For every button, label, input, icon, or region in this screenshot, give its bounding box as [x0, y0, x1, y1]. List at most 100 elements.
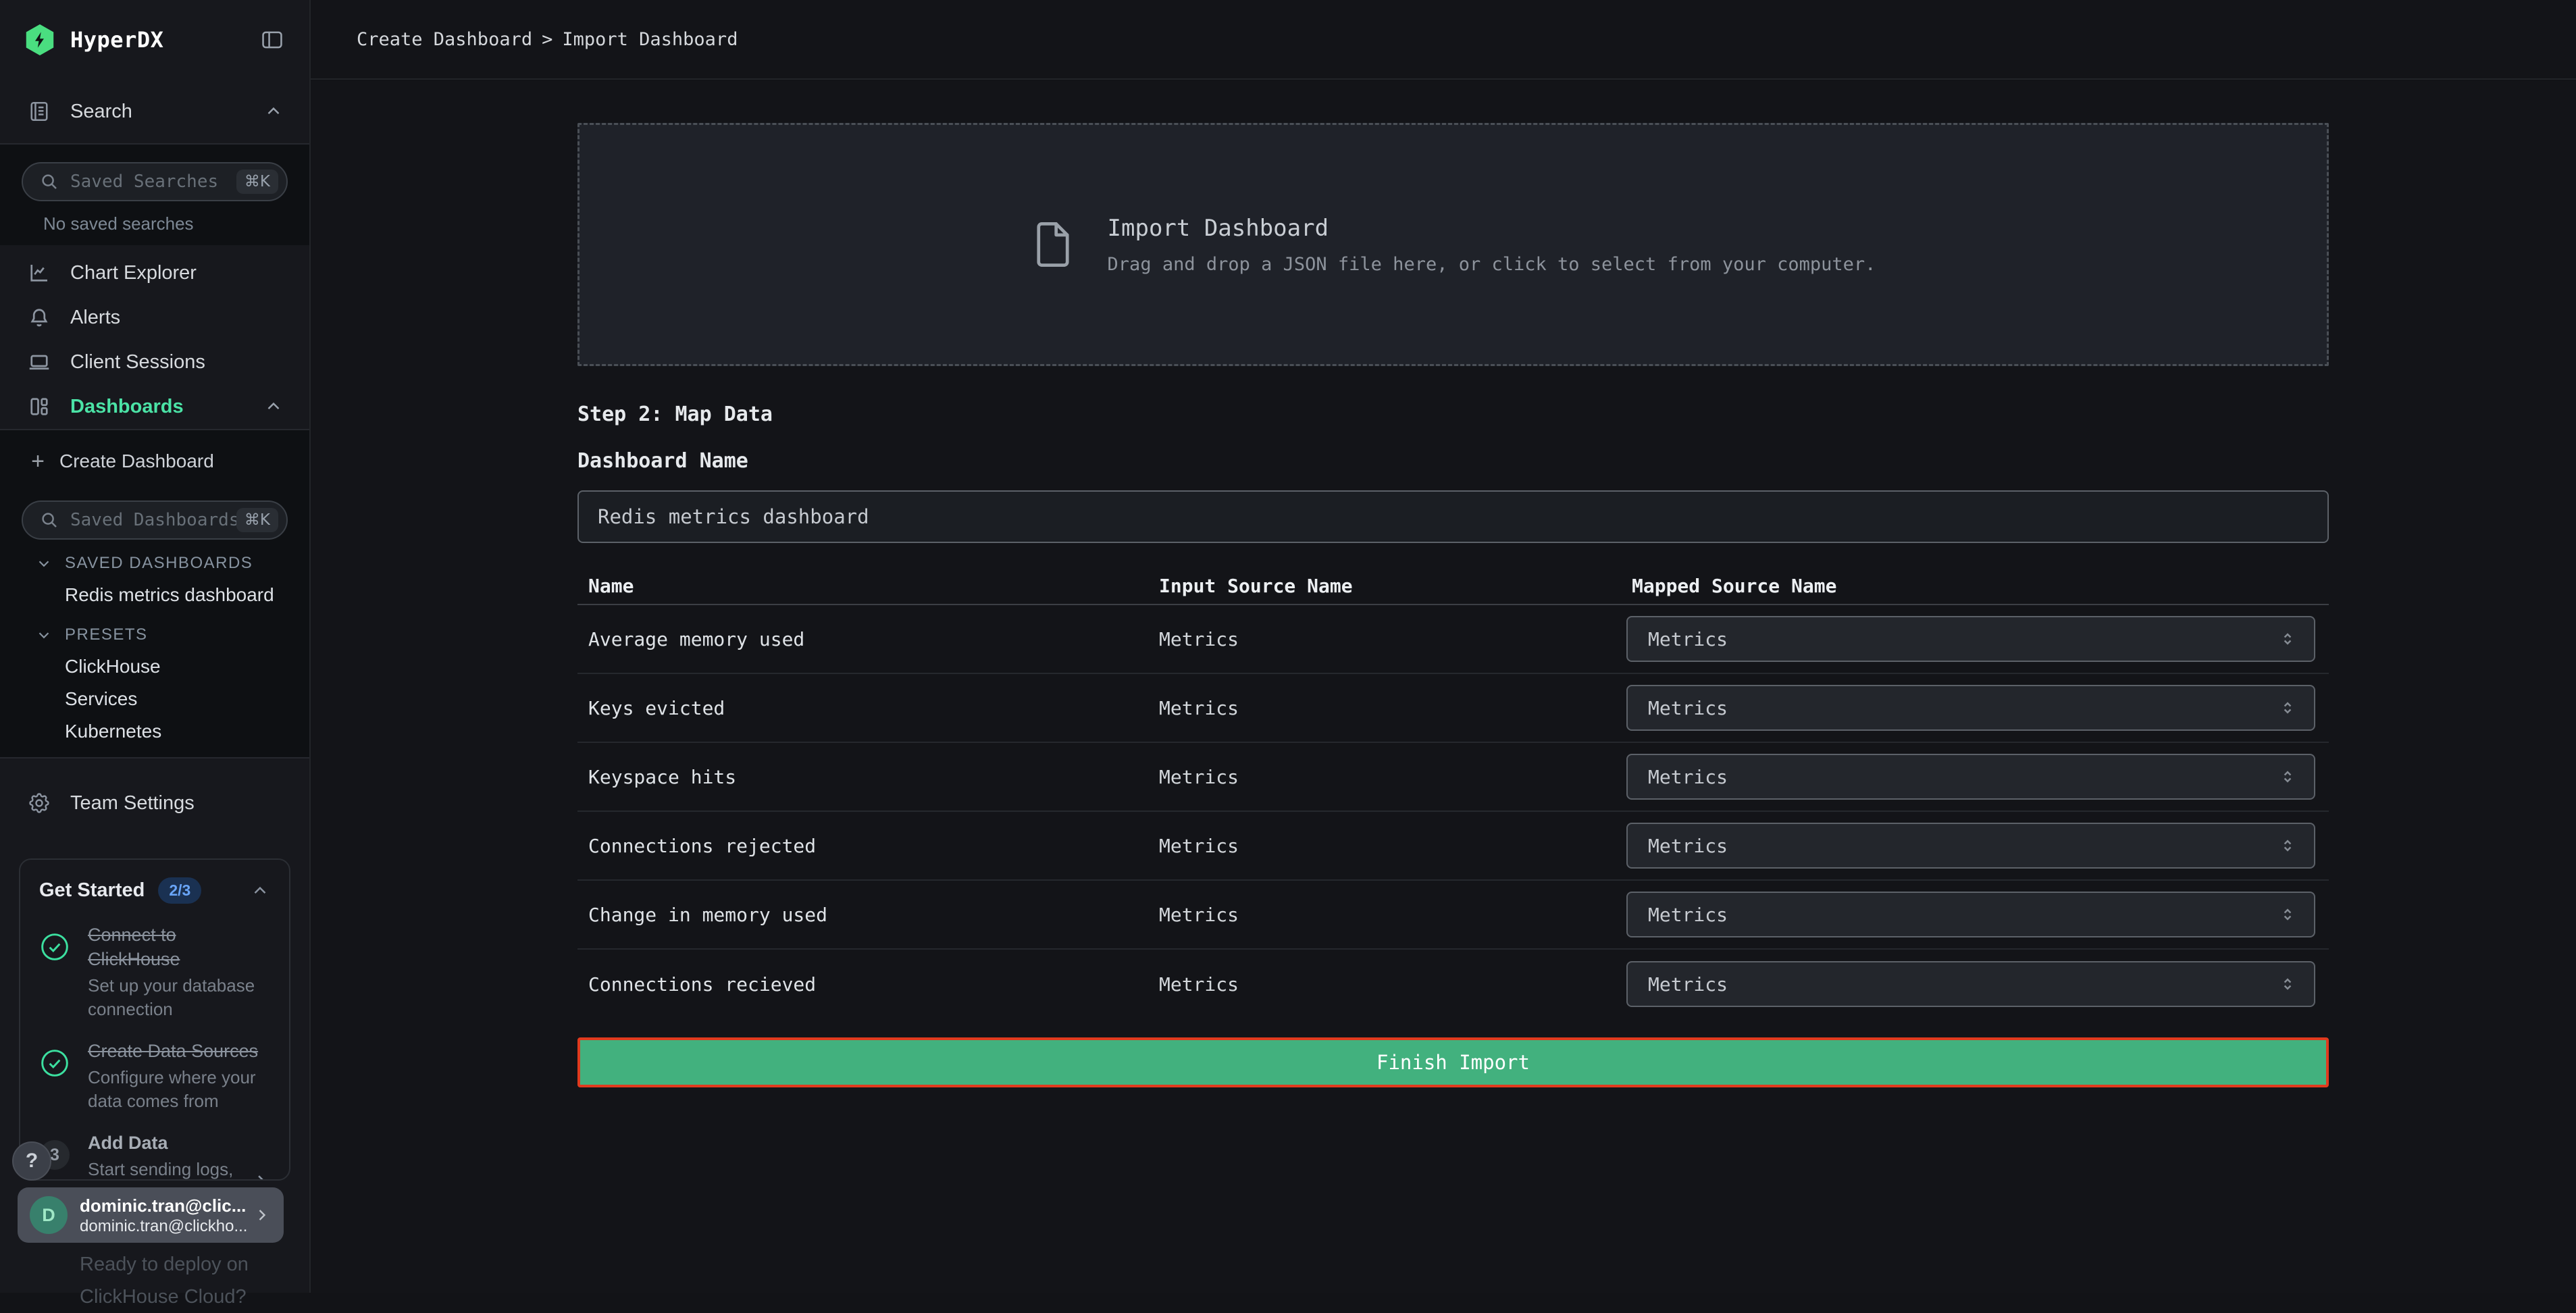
- sidebar: HyperDX Search ⌘K No saved searches Char: [0, 0, 311, 1293]
- sidebar-item-client-sessions[interactable]: Client Sessions: [0, 340, 309, 384]
- sidebar-item-label: Alerts: [70, 307, 120, 329]
- mapped-source-select[interactable]: Metrics: [1626, 892, 2315, 937]
- chevron-up-icon[interactable]: [263, 101, 284, 122]
- select-chevrons-icon: [2277, 974, 2298, 994]
- saved-dashboards-input[interactable]: [70, 510, 236, 530]
- dashboard-grid-icon: [26, 394, 53, 419]
- arrow-right-icon: [246, 1170, 269, 1181]
- saved-dashboards-section-header[interactable]: SAVED DASHBOARDS: [35, 553, 309, 573]
- saved-searches-searchbox[interactable]: ⌘K: [22, 162, 288, 201]
- check-circle-icon: [39, 923, 70, 971]
- finish-import-button[interactable]: Finish Import: [577, 1037, 2329, 1087]
- saved-searches-input[interactable]: [70, 172, 236, 192]
- section-label: SAVED DASHBOARDS: [65, 553, 253, 573]
- step-title: Create Data Sources: [88, 1039, 270, 1063]
- table-header-row: Name Input Source Name Mapped Source Nam…: [577, 567, 2329, 605]
- step-title: Add Data: [88, 1131, 270, 1155]
- plus-icon: +: [24, 448, 51, 475]
- create-dashboard-button[interactable]: + Create Dashboard: [0, 440, 309, 483]
- dashboard-name-input[interactable]: [577, 490, 2329, 543]
- selected-value: Metrics: [1648, 697, 2277, 719]
- help-button[interactable]: ?: [12, 1141, 51, 1181]
- mapping-table: Name Input Source Name Mapped Source Nam…: [577, 567, 2329, 1019]
- selected-value: Metrics: [1648, 973, 2277, 996]
- sidebar-item-label: Search: [70, 101, 132, 123]
- column-header-input-source: Input Source Name: [1148, 575, 1621, 597]
- mapped-source-select[interactable]: Metrics: [1626, 961, 2315, 1007]
- laptop-icon: [26, 350, 53, 374]
- table-row: Connections recieved Metrics Metrics: [577, 950, 2329, 1019]
- select-chevrons-icon: [2277, 698, 2298, 718]
- table-row: Average memory used Metrics Metrics: [577, 605, 2329, 674]
- get-started-step-connect[interactable]: Connect to ClickHouse Set up your databa…: [39, 923, 270, 1021]
- table-row: Keyspace hits Metrics Metrics: [577, 743, 2329, 812]
- chevron-right-icon: [253, 1206, 272, 1225]
- section-label: PRESETS: [65, 625, 148, 645]
- search-icon: [39, 510, 59, 530]
- no-saved-searches-text: No saved searches: [0, 201, 309, 234]
- step-desc: Set up your database connection: [88, 974, 270, 1021]
- promo-line-2: ClickHouse Cloud?: [80, 1281, 249, 1313]
- app-header: HyperDX: [0, 0, 309, 80]
- chevron-down-icon: [35, 555, 53, 572]
- chevron-up-icon[interactable]: [250, 881, 270, 901]
- mapped-source-select[interactable]: Metrics: [1626, 685, 2315, 731]
- promo-line-1: Ready to deploy on: [80, 1248, 249, 1281]
- topbar: Create Dashboard>Import Dashboard: [311, 0, 2576, 80]
- row-name: Keyspace hits: [577, 766, 1148, 788]
- row-name: Connections recieved: [577, 973, 1148, 996]
- sidebar-item-chart-explorer[interactable]: Chart Explorer: [0, 251, 309, 295]
- shortcut-badge: ⌘K: [236, 170, 278, 194]
- user-email: dominic.tran@clickho...: [80, 1216, 240, 1236]
- import-dropzone[interactable]: Import Dashboard Drag and drop a JSON fi…: [577, 123, 2329, 366]
- selected-value: Metrics: [1648, 766, 2277, 788]
- sidebar-item-alerts[interactable]: Alerts: [0, 295, 309, 340]
- step-desc: Start sending logs, metrics, or traces: [88, 1158, 270, 1181]
- row-input-source: Metrics: [1148, 628, 1621, 650]
- breadcrumb-separator: >: [542, 29, 552, 50]
- user-name: dominic.tran@clic...: [80, 1195, 240, 1216]
- search-icon: [39, 172, 59, 192]
- shortcut-badge: ⌘K: [236, 508, 278, 532]
- mapped-source-select[interactable]: Metrics: [1626, 754, 2315, 800]
- row-name: Keys evicted: [577, 697, 1148, 719]
- journal-icon: [26, 99, 53, 124]
- preset-item-kubernetes[interactable]: Kubernetes: [65, 721, 309, 742]
- get-started-step-sources[interactable]: Create Data Sources Configure where your…: [39, 1039, 270, 1113]
- user-account-button[interactable]: D dominic.tran@clic... dominic.tran@clic…: [18, 1187, 284, 1243]
- dashboard-name-label: Dashboard Name: [577, 448, 2329, 474]
- selected-value: Metrics: [1648, 628, 2277, 650]
- sidebar-item-label: Dashboards: [70, 396, 184, 418]
- preset-item-services[interactable]: Services: [65, 688, 309, 710]
- row-input-source: Metrics: [1148, 766, 1621, 788]
- saved-dashboard-item[interactable]: Redis metrics dashboard: [65, 584, 309, 606]
- table-row: Change in memory used Metrics Metrics: [577, 881, 2329, 950]
- step-title: Connect to ClickHouse: [88, 923, 270, 971]
- get-started-card: Get Started 2/3 Connect to ClickHouse Se…: [19, 858, 290, 1181]
- preset-item-clickhouse[interactable]: ClickHouse: [65, 656, 309, 677]
- app-title: HyperDX: [70, 27, 163, 53]
- sidebar-item-search[interactable]: Search: [0, 80, 309, 143]
- presets-section-header[interactable]: PRESETS: [35, 625, 309, 645]
- clickhouse-cloud-promo: Ready to deploy on ClickHouse Cloud?: [80, 1248, 249, 1313]
- chart-line-icon: [26, 261, 53, 285]
- get-started-progress-badge: 2/3: [158, 877, 201, 904]
- breadcrumb-parent[interactable]: Create Dashboard: [357, 29, 532, 50]
- main-area: Import Dashboard Drag and drop a JSON fi…: [311, 81, 2576, 1293]
- get-started-step-add-data[interactable]: 3 Add Data Start sending logs, metrics, …: [39, 1131, 270, 1181]
- select-chevrons-icon: [2277, 767, 2298, 787]
- create-dashboard-label: Create Dashboard: [59, 450, 214, 472]
- hyperdx-logo-icon: [24, 24, 55, 55]
- chevron-up-icon[interactable]: [263, 396, 284, 417]
- saved-dashboards-searchbox[interactable]: ⌘K: [22, 500, 288, 540]
- mapped-source-select[interactable]: Metrics: [1626, 616, 2315, 662]
- mapped-source-select[interactable]: Metrics: [1626, 823, 2315, 869]
- dashboards-subpanel: + Create Dashboard ⌘K SAVED DASHBOARDS R…: [0, 429, 309, 758]
- team-settings-label: Team Settings: [70, 792, 195, 815]
- column-header-mapped-source: Mapped Source Name: [1621, 575, 2329, 597]
- sidebar-item-dashboards[interactable]: Dashboards: [0, 384, 309, 429]
- sidebar-item-label: Chart Explorer: [70, 262, 197, 284]
- sidebar-collapse-icon[interactable]: [259, 27, 285, 53]
- row-name: Change in memory used: [577, 904, 1148, 926]
- sidebar-item-team-settings[interactable]: Team Settings: [0, 784, 309, 822]
